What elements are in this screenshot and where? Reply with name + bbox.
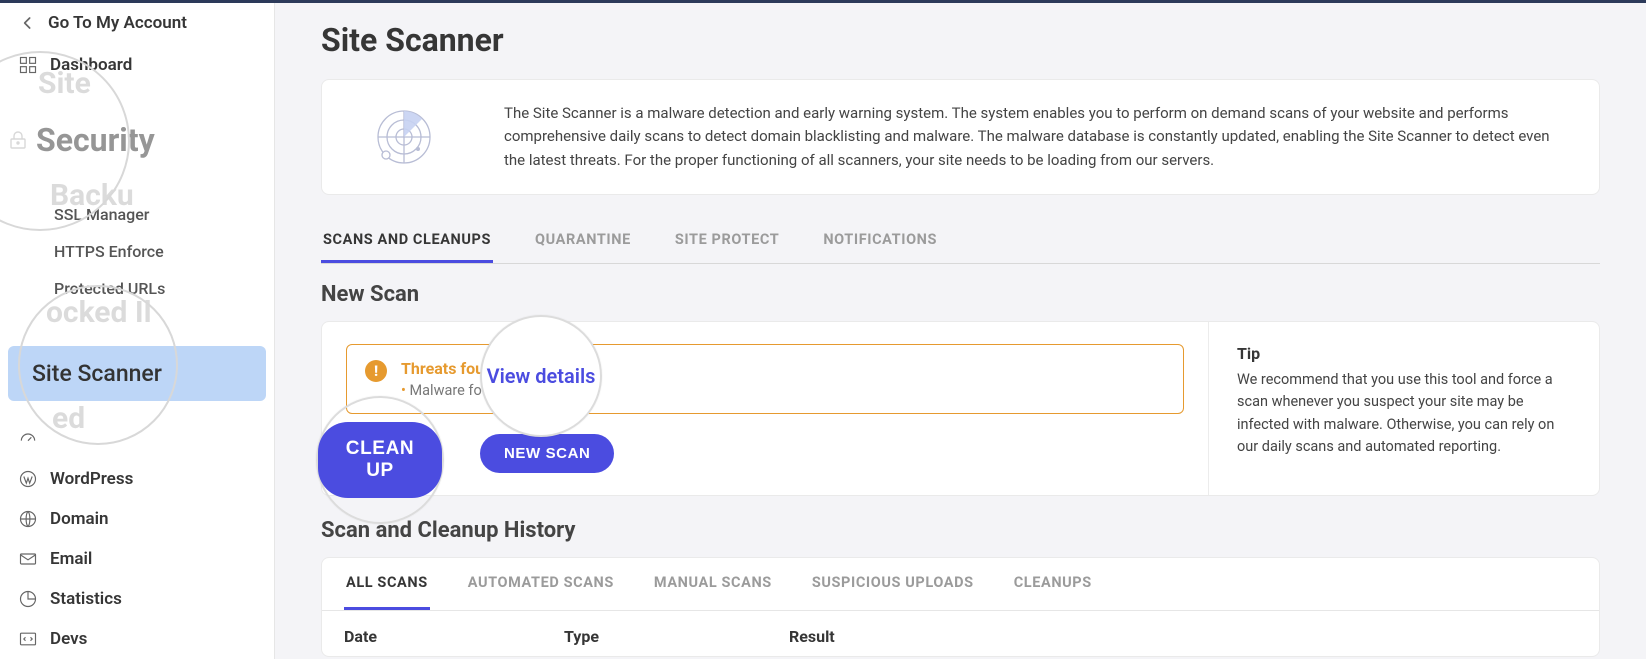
main-content: Site Scanner The Site Scanner is a malwa… bbox=[275, 3, 1646, 659]
scan-left-pane: ! Threats foun Malware fou NEW SCAN View… bbox=[322, 322, 1209, 495]
new-scan-heading: New Scan bbox=[321, 282, 1600, 307]
wordpress-icon bbox=[18, 469, 38, 489]
arrow-left-icon bbox=[18, 13, 38, 33]
tip-text: We recommend that you use this tool and … bbox=[1237, 369, 1571, 459]
nav-item-statistics[interactable]: Statistics bbox=[0, 579, 274, 619]
nav-subitem-protected-urls[interactable]: Protected URLs bbox=[0, 270, 274, 307]
history-heading: Scan and Cleanup History bbox=[321, 518, 1600, 543]
history-card: ALL SCANS AUTOMATED SCANS MANUAL SCANS S… bbox=[321, 557, 1600, 657]
alert-detail: Malware fou bbox=[401, 382, 493, 399]
nav-label: Email bbox=[50, 549, 92, 569]
primary-tabs: SCANS AND CLEANUPS QUARANTINE SITE PROTE… bbox=[321, 219, 1600, 264]
lock-icon bbox=[6, 128, 30, 156]
zoom-circle-clean-up: CLEAN UP bbox=[316, 396, 444, 524]
htab-automated[interactable]: AUTOMATED SCANS bbox=[466, 558, 616, 610]
globe-icon bbox=[18, 509, 38, 529]
pie-chart-icon bbox=[18, 589, 38, 609]
intro-card: The Site Scanner is a malware detection … bbox=[321, 79, 1600, 195]
htab-cleanups[interactable]: CLEANUPS bbox=[1012, 558, 1094, 610]
htab-all-scans[interactable]: ALL SCANS bbox=[344, 558, 430, 610]
col-date: Date bbox=[344, 627, 564, 646]
go-to-account-label: Go To My Account bbox=[48, 13, 187, 33]
clean-up-button[interactable]: CLEAN UP bbox=[318, 422, 442, 498]
nav-label: Devs bbox=[50, 629, 87, 649]
nav-item-domain[interactable]: Domain bbox=[0, 499, 274, 539]
zoom-circle-view-details: View details bbox=[480, 315, 602, 437]
nav-label: Domain bbox=[50, 509, 109, 529]
nav-label: Statistics bbox=[50, 589, 122, 609]
htab-suspicious[interactable]: SUSPICIOUS UPLOADS bbox=[810, 558, 976, 610]
tab-notifications[interactable]: NOTIFICATIONS bbox=[821, 219, 939, 263]
code-icon bbox=[18, 629, 38, 649]
radar-icon bbox=[354, 105, 454, 169]
sidebar: Go To My Account Dashboard Site Security… bbox=[0, 3, 275, 659]
col-type: Type bbox=[564, 627, 789, 646]
gauge-icon bbox=[18, 429, 38, 449]
page-title: Site Scanner bbox=[321, 21, 1600, 59]
nav-label: WordPress bbox=[50, 469, 133, 489]
mail-icon bbox=[18, 549, 38, 569]
new-scan-card: ! Threats foun Malware fou NEW SCAN View… bbox=[321, 321, 1600, 496]
nav-item-email[interactable]: Email bbox=[0, 539, 274, 579]
col-result: Result bbox=[789, 627, 1577, 646]
nav-item-wordpress[interactable]: WordPress bbox=[0, 459, 274, 499]
alert-icon: ! bbox=[365, 360, 387, 382]
tip-title: Tip bbox=[1237, 344, 1571, 363]
history-table-header: Date Type Result bbox=[322, 611, 1599, 656]
nav-subitem-https-enforce[interactable]: HTTPS Enforce bbox=[0, 233, 274, 270]
view-details-link[interactable]: View details bbox=[487, 364, 596, 388]
nav-item-devs[interactable]: Devs bbox=[0, 619, 274, 659]
nav-label: Dashboard bbox=[50, 55, 132, 75]
nav-item-dashboard[interactable]: Dashboard bbox=[0, 45, 274, 85]
nav-subitem-ssl-manager[interactable]: SSL Manager bbox=[0, 196, 274, 233]
scan-buttons: NEW SCAN bbox=[346, 434, 1184, 473]
nav-item-speed[interactable] bbox=[0, 425, 274, 459]
htab-manual[interactable]: MANUAL SCANS bbox=[652, 558, 774, 610]
grid-icon bbox=[18, 55, 38, 75]
history-tabs: ALL SCANS AUTOMATED SCANS MANUAL SCANS S… bbox=[322, 558, 1599, 611]
scan-right-pane: Tip We recommend that you use this tool … bbox=[1209, 322, 1599, 495]
threat-alert: ! Threats foun Malware fou bbox=[346, 344, 1184, 414]
tab-scans-cleanups[interactable]: SCANS AND CLEANUPS bbox=[321, 219, 493, 263]
nav-subitem-site-scanner[interactable]: Site Scanner bbox=[8, 346, 266, 401]
tab-site-protect[interactable]: SITE PROTECT bbox=[673, 219, 781, 263]
tab-quarantine[interactable]: QUARANTINE bbox=[533, 219, 633, 263]
new-scan-button[interactable]: NEW SCAN bbox=[480, 434, 614, 473]
go-to-account-link[interactable]: Go To My Account bbox=[0, 3, 274, 45]
intro-text: The Site Scanner is a malware detection … bbox=[504, 102, 1567, 172]
